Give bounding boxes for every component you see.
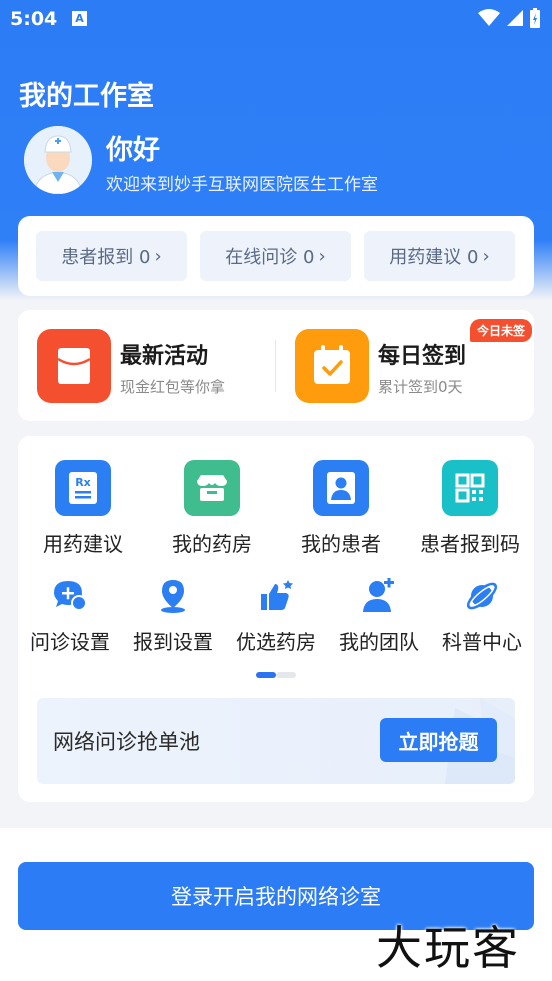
page-indicator-inactive [276,672,296,678]
menu-card: Rx 用药建议 我的药房 我的患者 患者报到码 问诊设置 报到设置 优选药房 我… [18,436,534,802]
online-consult-stat[interactable]: 在线问诊 0 › [200,231,351,281]
wifi-icon [478,9,500,26]
divider [275,340,276,392]
stats-card: 患者报到 0 › 在线问诊 0 › 用药建议 0 › [18,216,534,296]
calendar-check-icon [295,329,369,403]
activity-subtitle: 现金红包等你拿 [120,378,226,396]
grab-order-button[interactable]: 立即抢题 [380,718,497,762]
svg-text:Rx: Rx [75,476,91,489]
checkin-subtitle: 累计签到0天 [378,378,463,396]
menu-item-medication-advice[interactable]: Rx 用药建议 [18,460,148,557]
unsigned-badge: 今日未签 [470,319,533,342]
menu-label: 优选药房 [236,630,316,654]
menu-label: 问诊设置 [30,630,110,654]
menu-label: 我的药房 [172,532,252,556]
page-indicator-active [256,672,276,678]
page-indicator [256,672,296,678]
menu-label: 我的团队 [339,630,419,654]
welcome-text: 欢迎来到妙手互联网医院医生工作室 [106,175,378,195]
chevron-right-icon: › [318,245,326,267]
planet-icon [462,576,502,616]
menu-label: 用药建议 [43,532,123,556]
menu-item-preferred-pharmacy[interactable]: 优选药房 [224,576,328,655]
menu-item-my-patients[interactable]: 我的患者 [276,460,406,557]
medication-advice-stat[interactable]: 用药建议 0 › [364,231,515,281]
doctor-avatar[interactable] [24,126,92,194]
checkin-title: 每日签到 [378,344,467,369]
watermark: 大玩客 [376,921,520,975]
battery-icon [530,8,540,28]
chat-settings-icon [50,576,90,616]
team-icon [359,576,399,616]
chevron-right-icon: › [154,245,162,267]
promo-card: 最新活动 现金红包等你拿 每日签到 累计签到0天 今日未签 [18,310,534,421]
menu-item-checkin-settings[interactable]: 报到设置 [121,576,225,655]
activity-title: 最新活动 [120,344,209,369]
status-bar: 5:04 A [0,0,552,38]
menu-label: 我的患者 [301,532,381,556]
patient-icon [313,460,369,516]
order-pool-title: 网络问诊抢单池 [53,730,200,754]
menu-label: 科普中心 [442,630,522,654]
stat-label: 在线问诊 0 [225,247,315,268]
menu-item-science-center[interactable]: 科普中心 [430,576,534,655]
menu-item-consult-settings[interactable]: 问诊设置 [18,576,122,655]
pharmacy-icon [184,460,240,516]
thumbs-up-icon [256,576,296,616]
page-title: 我的工作室 [19,81,154,112]
red-envelope-icon [37,329,111,403]
stat-label: 用药建议 0 [389,247,479,268]
menu-item-my-pharmacy[interactable]: 我的药房 [147,460,277,557]
signal-icon [507,10,523,26]
notification-a-icon: A [72,11,87,26]
stat-label: 患者报到 0 [61,247,151,268]
menu-label: 患者报到码 [420,532,520,556]
status-time: 5:04 [10,8,58,30]
order-pool-banner[interactable]: 网络问诊抢单池 立即抢题 [37,698,515,784]
menu-item-checkin-code[interactable]: 患者报到码 [405,460,535,557]
location-pin-icon [153,576,193,616]
patient-checkin-stat[interactable]: 患者报到 0 › [36,231,187,281]
chevron-right-icon: › [482,245,490,267]
rx-icon: Rx [55,460,111,516]
menu-label: 报到设置 [133,630,213,654]
qr-code-icon [442,460,498,516]
menu-item-my-team[interactable]: 我的团队 [327,576,431,655]
greeting: 你好 [106,135,160,166]
